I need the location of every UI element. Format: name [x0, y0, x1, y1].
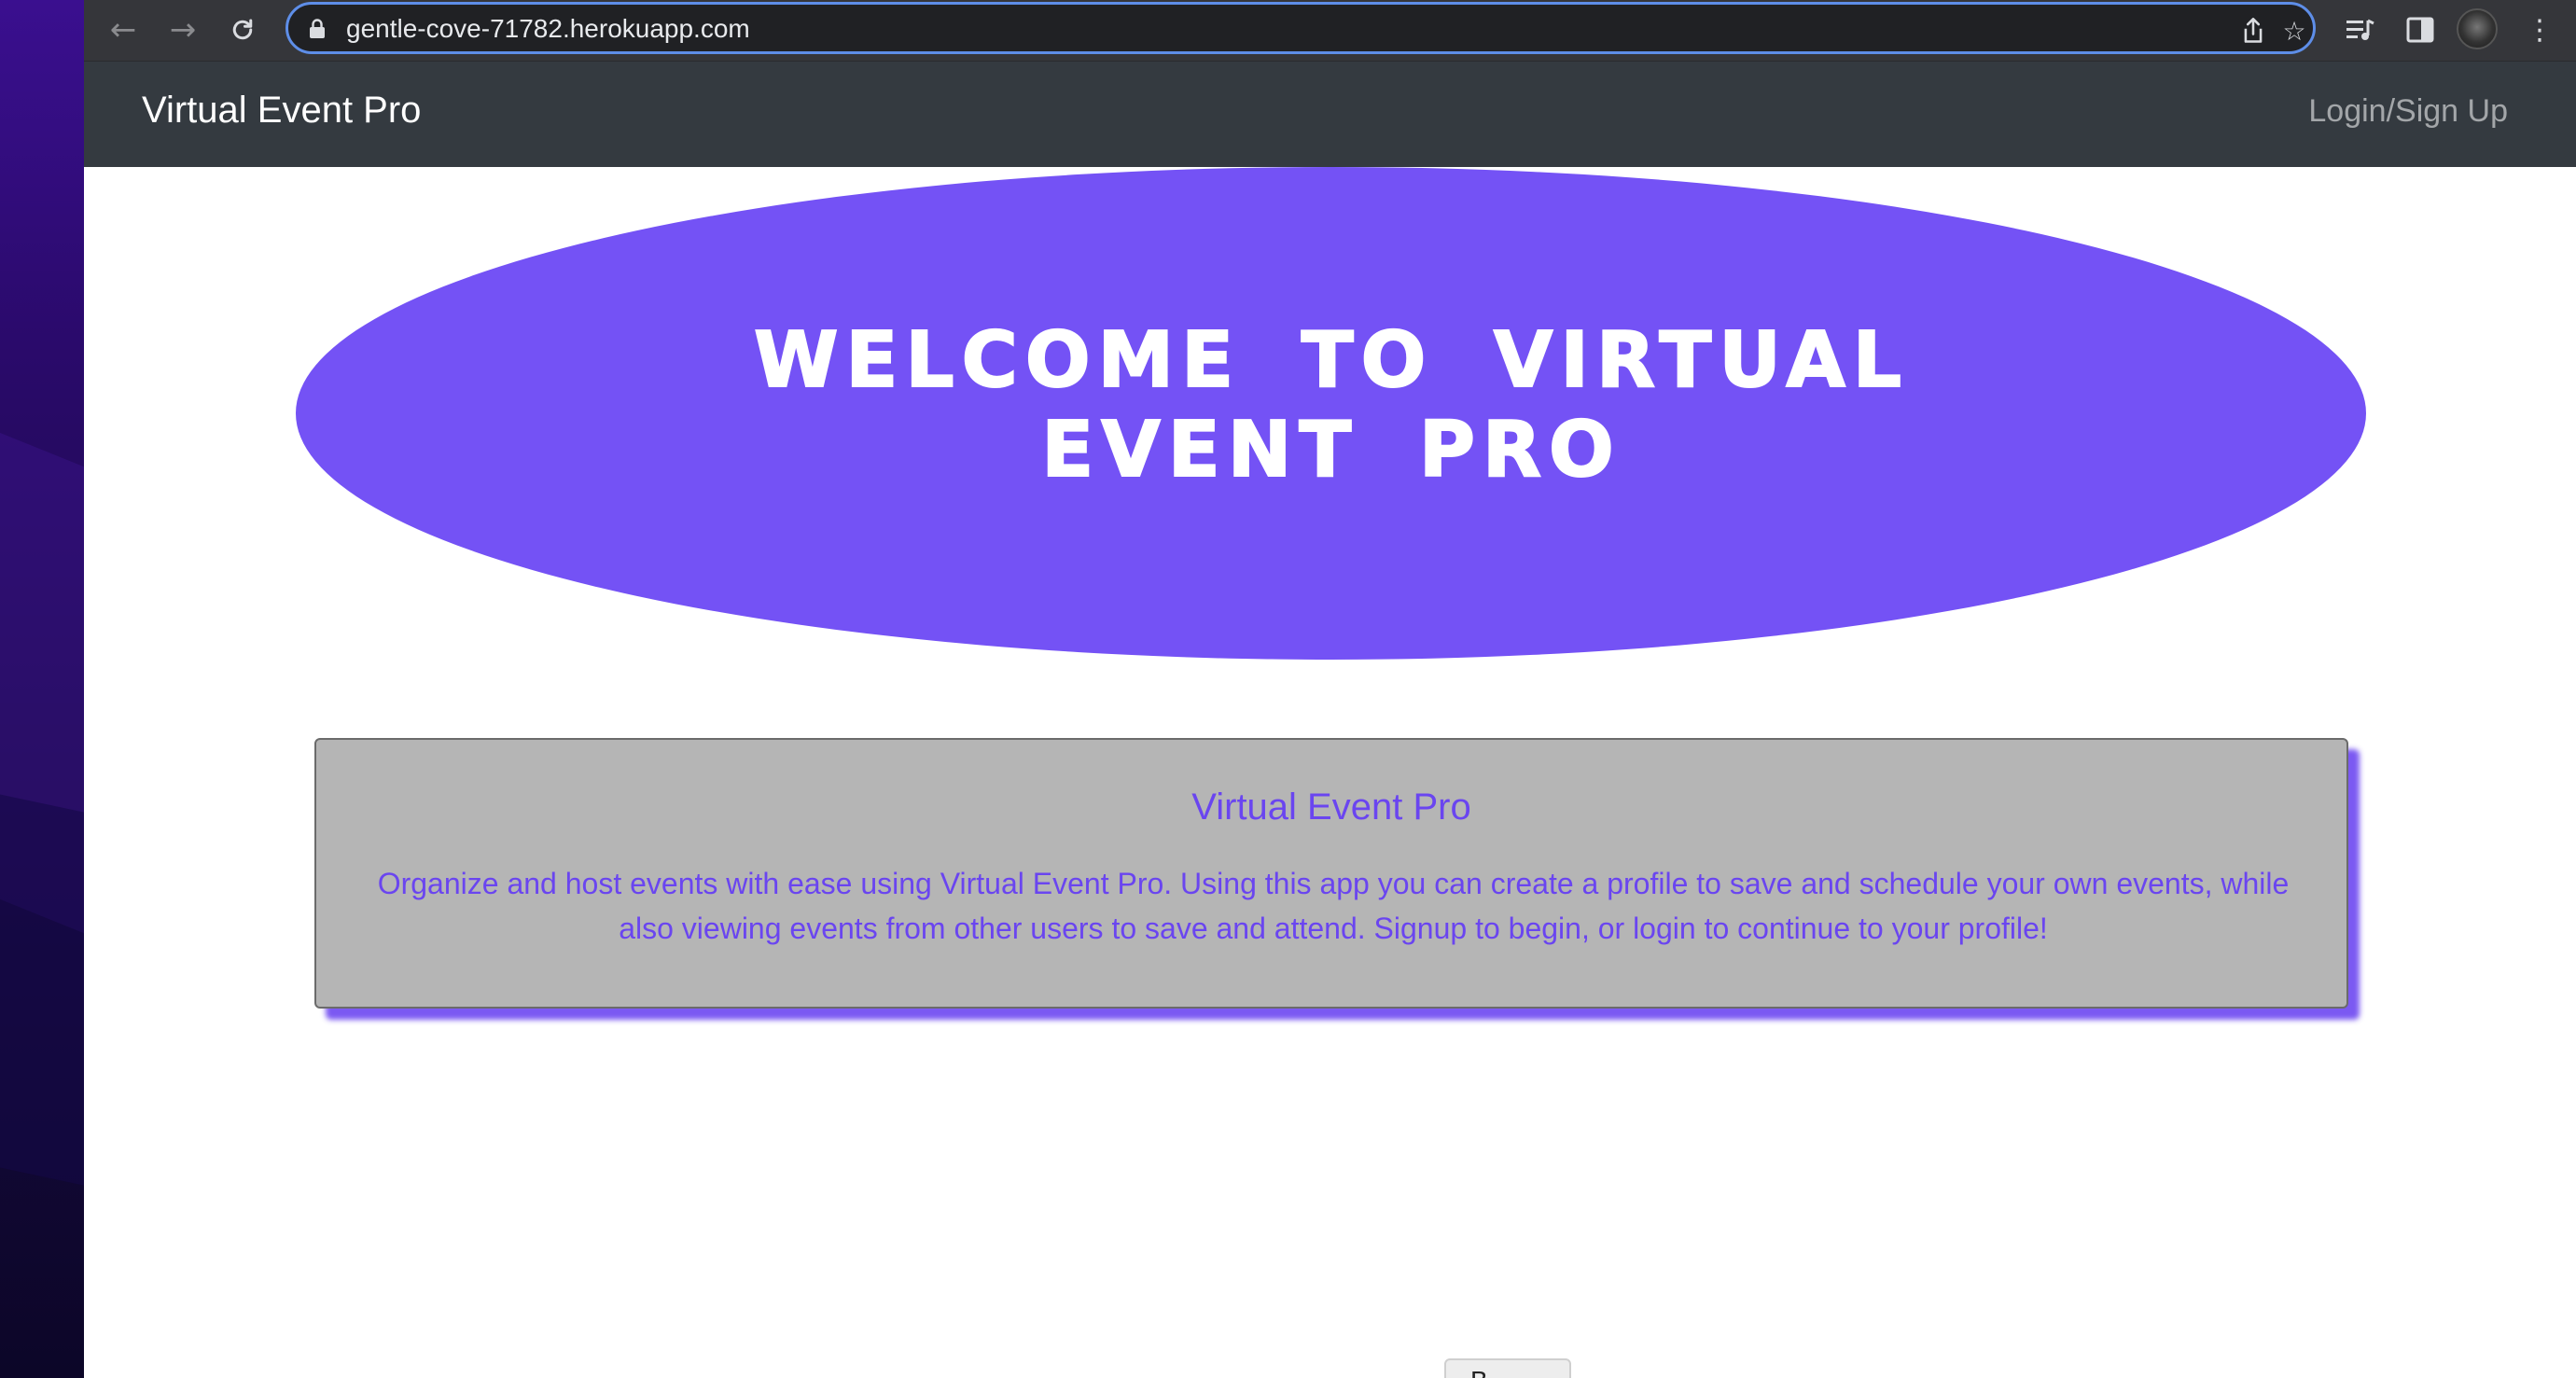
info-card: Virtual Event Pro Organize and host even… — [314, 738, 2348, 1009]
profile-avatar[interactable] — [2457, 8, 2498, 49]
share-icon[interactable] — [2235, 12, 2272, 49]
browser-window: ← → gentle-cove-71782.herokuapp.com ☆ ⋮ … — [84, 0, 2576, 1378]
reload-icon-glyph — [232, 19, 253, 40]
arrow-left-icon[interactable]: ← — [103, 9, 144, 50]
side-panel-icon[interactable] — [2400, 9, 2441, 50]
navbar-brand[interactable]: Virtual Event Pro — [142, 90, 421, 132]
browser-toolbar: ← → gentle-cove-71782.herokuapp.com ☆ ⋮ — [84, 0, 2576, 62]
desktop-wallpaper — [0, 0, 84, 1378]
star-icon[interactable]: ☆ — [2276, 12, 2313, 49]
url-text[interactable]: gentle-cove-71782.herokuapp.com — [346, 14, 750, 44]
share-icon-glyph — [2244, 18, 2263, 43]
wallpaper-shape — [0, 782, 84, 1196]
hero-title: Welcome to Virtual Event Pro — [753, 315, 1910, 495]
card-title: Virtual Event Pro — [1191, 786, 1471, 828]
arrow-right-icon[interactable]: → — [162, 9, 203, 50]
address-bar[interactable]: gentle-cove-71782.herokuapp.com ☆ — [285, 2, 2316, 54]
reload-icon[interactable] — [222, 9, 263, 50]
login-signup-link[interactable]: Login/Sign Up — [2308, 93, 2508, 130]
media-queue-icon-glyph — [2346, 19, 2374, 40]
side-panel-icon-glyph — [2406, 17, 2434, 43]
hero-banner: Welcome to Virtual Event Pro — [296, 167, 2366, 660]
card-description: Organize and host events with ease using… — [377, 867, 2290, 945]
media-queue-icon[interactable] — [2340, 9, 2381, 50]
app-navbar: Virtual Event Pro Login/Sign Up — [84, 62, 2576, 167]
bottom-button[interactable]: B — [1444, 1358, 1571, 1378]
kebab-menu-icon[interactable]: ⋮ — [2519, 9, 2560, 50]
lock-icon[interactable] — [309, 19, 326, 39]
